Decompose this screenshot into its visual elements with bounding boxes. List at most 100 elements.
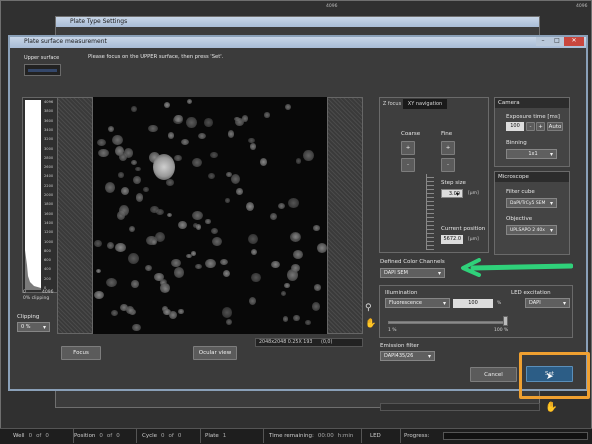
tab-z-focus[interactable]: Z focus: [381, 99, 403, 109]
slider-min-label: 1 %: [388, 328, 397, 333]
cell-nucleus: [292, 250, 304, 260]
cell-nucleus: [225, 318, 232, 325]
cell-nucleus: [197, 133, 206, 140]
cell-nucleus: [118, 204, 129, 217]
coarse-up-button[interactable]: +: [401, 141, 415, 155]
cell-nucleus: [271, 261, 281, 269]
microscope-panel: Microscope Filter cube DaPI/TrCy5 SEM Ob…: [494, 171, 570, 255]
illumination-percent-unit: %: [497, 301, 502, 306]
coarse-down-button[interactable]: -: [401, 158, 415, 172]
histogram-curve: [25, 250, 41, 290]
exposure-decrease-button[interactable]: -: [526, 122, 535, 131]
histogram-tick-label: 2400: [44, 174, 54, 179]
cell-nucleus: [167, 132, 175, 139]
exposure-increase-button[interactable]: +: [536, 122, 545, 131]
led-excitation-label: LED excitation: [511, 290, 551, 296]
instruction-text: Please focus on the UPPER surface, then …: [88, 54, 224, 60]
binning-label: Binning: [506, 140, 527, 146]
close-button[interactable]: ✕: [564, 37, 584, 46]
cell-nucleus: [312, 224, 321, 231]
histogram-tick-label: 3600: [44, 118, 54, 123]
cell-nucleus: [293, 315, 300, 322]
histogram-tick-label: 800: [44, 248, 51, 253]
histogram-tick-label: 4096: [44, 100, 54, 104]
cell-nucleus: [230, 173, 240, 185]
cell-nucleus: [236, 188, 243, 195]
focus-button[interactable]: Focus: [61, 346, 101, 360]
cell-nucleus: [190, 251, 197, 257]
green-arrow: [461, 258, 573, 277]
histogram-tick-label: 2800: [44, 155, 54, 160]
emission-filter-select[interactable]: DAPI435/26: [380, 351, 435, 361]
cell-nucleus: [313, 284, 321, 291]
histogram-tick-label: 2000: [44, 193, 54, 197]
tab-xy-navigation[interactable]: XY navigation: [403, 99, 447, 109]
cell-nucleus: [194, 263, 202, 269]
histogram-panel: 4096 3800 3600 3400 3200 3000 2800 2600 2400 2200…: [22, 97, 58, 293]
clipping-select[interactable]: 0 %: [17, 322, 50, 332]
zfocus-panel: Z focus XY navigation Coarse Fine + - + …: [379, 97, 489, 253]
status-well: Well 0 of 0: [10, 429, 74, 443]
cell-nucleus: [249, 296, 257, 305]
cell-nucleus: [311, 302, 321, 312]
cell-nucleus: [204, 118, 213, 128]
current-position-field[interactable]: 5672.0: [441, 235, 463, 244]
channels-label: Defined Color Channels: [380, 259, 445, 265]
image-left-hatch: [57, 97, 93, 334]
cell-nucleus: [285, 103, 292, 110]
filter-cube-select[interactable]: DaPI/TrCy5 SEM: [506, 198, 557, 208]
exposure-field[interactable]: 100: [506, 122, 524, 131]
upper-surface-indicator[interactable]: [24, 64, 61, 76]
cell-nucleus: [110, 310, 119, 317]
histogram-tick-label: 3800: [44, 109, 54, 114]
fine-up-button[interactable]: +: [441, 141, 455, 155]
cell-nucleus: [295, 157, 302, 164]
minimize-button[interactable]: –: [536, 37, 550, 46]
histogram-x-min: 0: [23, 290, 26, 295]
cell-nucleus: [205, 258, 216, 269]
camera-header: Camera: [495, 98, 569, 108]
microscope-image[interactable]: [93, 97, 327, 334]
illumination-slider-track[interactable]: [388, 321, 506, 324]
cell-nucleus: [248, 233, 259, 245]
maximize-button[interactable]: □: [550, 37, 564, 46]
cell-nucleus: [150, 206, 159, 213]
cell-nucleus: [118, 172, 125, 178]
binning-select[interactable]: 1x1: [506, 149, 557, 159]
histogram-tick-label: 3000: [44, 146, 54, 151]
hand-icon[interactable]: ✋: [365, 319, 376, 329]
illumination-slider-thumb[interactable]: [503, 316, 508, 326]
clipping-percent: 0% clipping: [23, 296, 50, 301]
current-position-label: Current position: [441, 226, 486, 232]
slider-max-label: 100 %: [494, 328, 509, 333]
cell-nucleus: [131, 280, 139, 288]
cell-nucleus: [104, 181, 115, 193]
clipping-label: Clipping: [17, 314, 40, 320]
exposure-auto-button[interactable]: Auto: [547, 122, 563, 131]
cancel-button[interactable]: Cancel: [470, 367, 517, 382]
cell-nucleus: [282, 316, 289, 322]
illumination-percent-field[interactable]: 100: [453, 299, 493, 308]
status-cycle: Cycle 0 of 0: [139, 429, 201, 443]
ocular-view-button[interactable]: Ocular view: [193, 346, 237, 360]
image-coords: (0,0): [320, 340, 333, 345]
cell-nucleus: [186, 98, 193, 105]
illumination-select[interactable]: Fluorescence: [385, 298, 450, 308]
fine-down-button[interactable]: -: [441, 158, 455, 172]
histogram-plot: [25, 100, 41, 290]
channels-select[interactable]: DAPI SEM: [380, 268, 445, 278]
cell-nucleus: [192, 157, 203, 168]
cursor-icon: ➤: [546, 372, 554, 382]
cell-nucleus: [223, 269, 231, 278]
microscope-header: Microscope: [495, 172, 569, 182]
cell-nucleus: [159, 283, 170, 293]
led-excitation-select[interactable]: DAPI: [525, 298, 570, 308]
step-size-field[interactable]: 3.00: [441, 189, 463, 199]
histogram-tick-label: 1200: [44, 230, 54, 235]
zoom-icon[interactable]: ⚲: [365, 303, 375, 313]
focus-ruler[interactable]: [426, 174, 434, 250]
cell-nucleus: [284, 282, 290, 288]
histogram-x-max: 4096: [42, 290, 54, 295]
objective-select[interactable]: UPLSAPO 2 40x: [506, 225, 557, 235]
cell-nucleus: [93, 290, 104, 299]
